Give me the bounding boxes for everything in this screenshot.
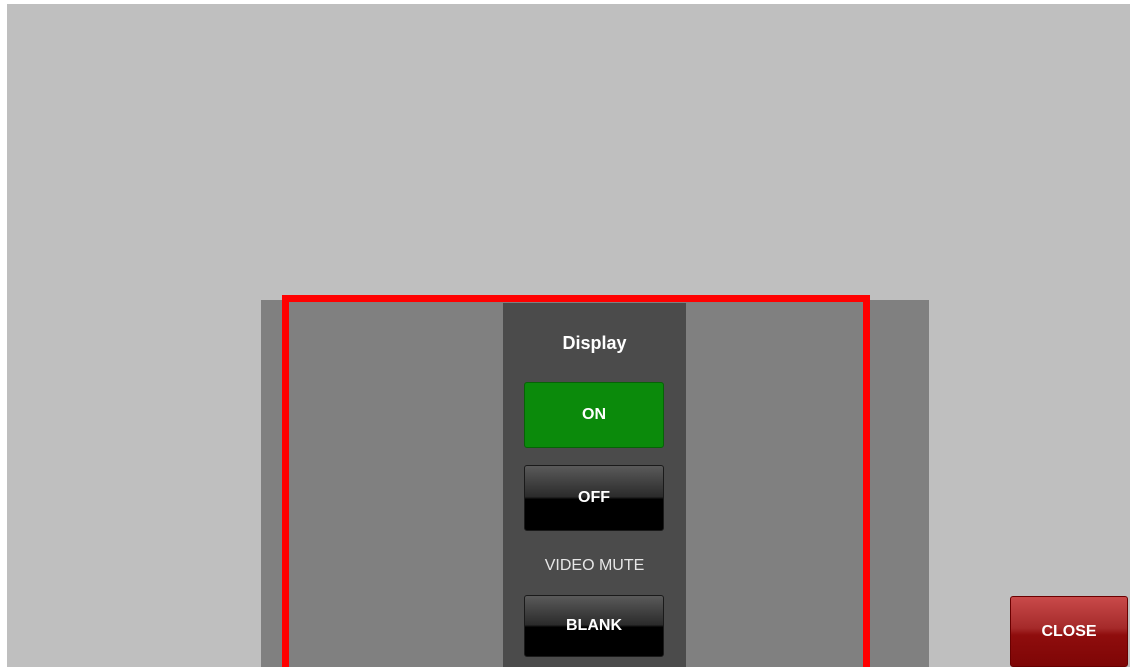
- display-on-label: ON: [582, 406, 606, 423]
- close-button[interactable]: CLOSE: [1010, 596, 1128, 667]
- display-title: Display: [562, 333, 627, 353]
- display-on-button[interactable]: ON: [524, 382, 664, 448]
- blank-label: BLANK: [566, 617, 622, 634]
- close-label: CLOSE: [1041, 622, 1097, 640]
- display-off-label: OFF: [578, 489, 610, 506]
- video-mute-label: VIDEO MUTE: [544, 557, 645, 574]
- video-mute-blank-button[interactable]: BLANK: [524, 595, 664, 657]
- display-off-button[interactable]: OFF: [524, 465, 664, 531]
- display-control-column: Display ON OFF VIDEO MUTE BLANK: [503, 303, 686, 667]
